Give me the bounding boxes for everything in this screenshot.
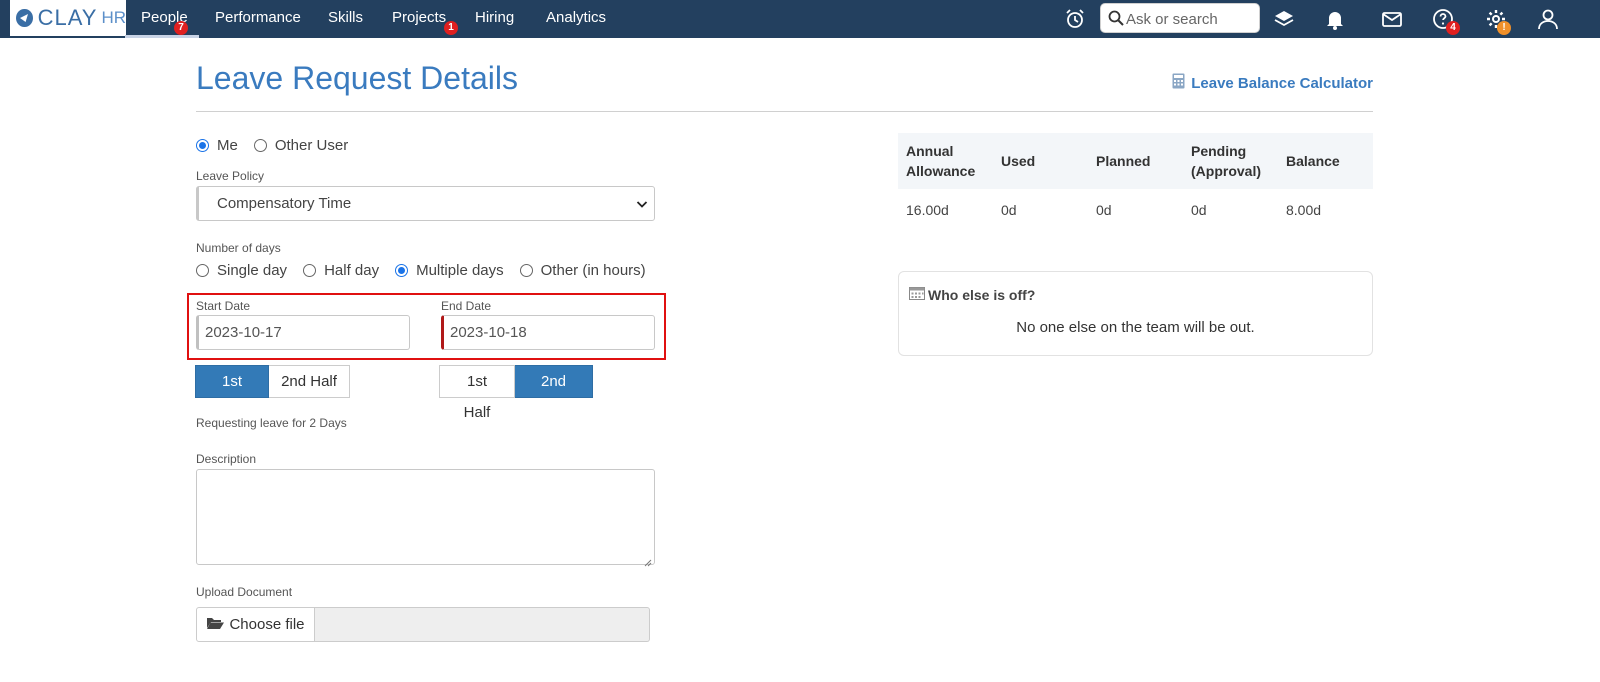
start-half-toggle: 1st Half 2nd Half	[195, 365, 350, 421]
start-first-half-button[interactable]: 1st Half	[195, 365, 269, 421]
nav-skills-label: Skills	[328, 9, 364, 26]
resize-grip-icon[interactable]	[644, 554, 652, 567]
nav-performance[interactable]: Performance	[215, 0, 301, 38]
nav-skills[interactable]: Skills	[328, 0, 363, 38]
who-else-off-title-text: Who else is off?	[928, 286, 1036, 303]
user-avatar-icon[interactable]	[1536, 7, 1560, 31]
value-used: 0d	[1001, 202, 1017, 218]
file-upload: Choose file	[196, 607, 650, 642]
radio-half-day[interactable]: Half day	[303, 262, 379, 279]
nav-projects-label: Projects	[392, 9, 447, 26]
value-balance: 8.00d	[1286, 202, 1322, 218]
start-second-half-button[interactable]: 2nd Half	[269, 365, 350, 398]
search-icon	[1108, 10, 1124, 29]
requesting-summary: Requesting leave for 2 Days	[196, 416, 347, 430]
radio-other-user-label: Other User	[274, 137, 349, 154]
who-else-off-title: Who else is off?	[909, 286, 1035, 303]
calculator-icon	[1172, 73, 1185, 93]
nav-hiring-label: Hiring	[475, 9, 515, 26]
header-annual-allowance: Annual Allowance	[898, 133, 993, 189]
nav-hiring[interactable]: Hiring	[475, 0, 514, 38]
table-row: 16.00d 0d 0d 0d 8.00d	[898, 189, 1373, 231]
end-second-half-button[interactable]: 2nd Half	[515, 365, 593, 421]
radio-other-user[interactable]: Other User	[253, 137, 349, 154]
alarm-clock-icon[interactable]	[1063, 7, 1087, 31]
calendar-icon	[909, 286, 925, 303]
end-half-toggle: 1st Half 2nd Half	[439, 365, 593, 421]
folder-open-icon	[206, 616, 225, 634]
header-balance: Balance	[1278, 133, 1373, 189]
description-label: Description	[196, 452, 257, 466]
leave-policy-value: Compensatory Time	[217, 195, 352, 212]
people-badge: 7	[174, 21, 188, 35]
search-input[interactable]	[1126, 9, 1254, 29]
nav-analytics[interactable]: Analytics	[546, 0, 606, 38]
logo-brand: CLAY	[37, 5, 98, 30]
radio-other-hours-circle[interactable]	[519, 264, 533, 277]
value-annual-allowance: 16.00d	[906, 202, 949, 218]
projects-badge: 1	[444, 21, 458, 35]
start-date-label: Start Date	[196, 299, 251, 313]
who-else-off-panel: Who else is off? No one else on the team…	[898, 271, 1373, 356]
radio-other-user-circle[interactable]	[253, 139, 267, 152]
balance-header-row: Annual Allowance Used Planned Pending (A…	[898, 133, 1373, 189]
nav-people[interactable]: People 7	[125, 0, 199, 38]
logo-suffix: HR	[101, 8, 126, 27]
end-date-label: End Date	[441, 299, 492, 313]
value-pending: 0d	[1191, 202, 1207, 218]
radio-half-day-label: Half day	[324, 262, 380, 279]
layers-icon[interactable]	[1272, 7, 1296, 31]
days-selector: Single day Half day Multiple days Other …	[196, 262, 662, 279]
radio-single-day-label: Single day	[217, 262, 288, 279]
upload-label: Upload Document	[196, 585, 293, 599]
global-search[interactable]	[1100, 3, 1260, 33]
user-selector: Me Other User	[196, 137, 364, 154]
description-textarea[interactable]	[196, 469, 655, 567]
start-date-value: 2023-10-17	[205, 324, 282, 341]
leave-balance-calculator-link[interactable]: Leave Balance Calculator	[1172, 73, 1373, 93]
clayhr-logo[interactable]: CLAY HR	[10, 0, 126, 36]
header-used: Used	[993, 133, 1088, 189]
radio-other-hours-label: Other (in hours)	[540, 262, 646, 279]
start-date-input[interactable]: 2023-10-17	[196, 315, 410, 350]
bell-icon[interactable]	[1323, 7, 1347, 31]
file-name-display	[315, 607, 650, 642]
header-planned: Planned	[1088, 133, 1183, 189]
chevron-down-icon	[636, 197, 648, 213]
top-navbar: CLAY HR People 7 Performance Skills Proj…	[0, 0, 1600, 38]
days-label: Number of days	[196, 241, 281, 255]
nav-performance-label: Performance	[215, 9, 301, 26]
settings-badge: !	[1497, 21, 1511, 35]
radio-me-circle[interactable]	[196, 139, 209, 152]
leave-policy-label: Leave Policy	[196, 169, 265, 183]
end-date-value: 2023-10-18	[450, 324, 527, 341]
radio-multiple-days-circle[interactable]	[395, 264, 409, 277]
help-badge: 4	[1446, 21, 1460, 35]
nav-projects[interactable]: Projects 1	[392, 0, 458, 38]
who-else-off-message: No one else on the team will be out.	[1016, 319, 1255, 336]
end-date-input[interactable]: 2023-10-18	[441, 315, 655, 350]
radio-multiple-days-label: Multiple days	[416, 262, 504, 279]
nav-analytics-label: Analytics	[546, 9, 607, 26]
page-title: Leave Request Details	[196, 60, 518, 96]
radio-me-label: Me	[217, 137, 238, 154]
end-first-half-button[interactable]: 1st Half	[439, 365, 515, 421]
calculator-link-label: Leave Balance Calculator	[1191, 74, 1373, 92]
radio-other-hours[interactable]: Other (in hours)	[519, 262, 646, 279]
radio-single-day[interactable]: Single day	[196, 262, 287, 279]
radio-me[interactable]: Me	[196, 137, 238, 154]
choose-file-button[interactable]: Choose file	[196, 607, 315, 642]
mail-icon[interactable]	[1380, 7, 1404, 31]
choose-file-label: Choose file	[229, 616, 305, 633]
leave-balance-table: Annual Allowance Used Planned Pending (A…	[898, 133, 1373, 231]
leave-policy-select[interactable]: Compensatory Time	[196, 186, 655, 221]
radio-single-day-circle[interactable]	[196, 264, 209, 277]
logo-mark-icon	[16, 9, 33, 27]
value-planned: 0d	[1096, 202, 1112, 218]
header-divider	[196, 111, 1373, 112]
header-pending: Pending (Approval)	[1183, 133, 1278, 189]
radio-half-day-circle[interactable]	[303, 264, 317, 277]
radio-multiple-days[interactable]: Multiple days	[395, 262, 504, 279]
